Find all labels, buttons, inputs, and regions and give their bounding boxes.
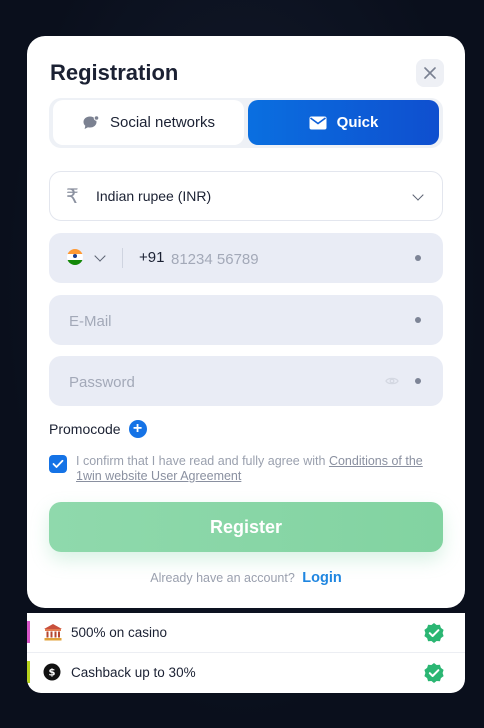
bonus-panel: 500% on casino $ Cashback up to 30% (27, 613, 465, 693)
email-input[interactable] (67, 295, 391, 347)
registration-modal: Registration Social networks Quick ₹ Ind… (27, 36, 465, 608)
tab-quick-label: Quick (336, 114, 379, 131)
currency-value: Indian rupee (INR) (96, 188, 212, 204)
cashback-coin-icon: $ (43, 663, 61, 681)
promocode-toggle[interactable]: Promocode + (49, 420, 147, 438)
login-prompt: Already have an account? (150, 571, 295, 585)
agreement-checkbox[interactable] (49, 455, 67, 473)
close-button[interactable] (416, 59, 444, 87)
phone-country-code: +91 (139, 249, 165, 266)
chevron-down-icon (412, 189, 424, 201)
register-button[interactable]: Register (49, 502, 443, 552)
phone-field: +91 (49, 233, 443, 285)
agreement-statement: I confirm that I have read and fully agr… (76, 454, 326, 468)
checkmark-icon (52, 459, 64, 468)
india-flag-icon[interactable] (67, 249, 83, 265)
bonus-row: 500% on casino (27, 613, 465, 653)
country-chevron-down-icon[interactable] (94, 250, 106, 262)
password-field (49, 356, 443, 408)
close-icon (424, 67, 436, 79)
tab-social-networks[interactable]: Social networks (53, 100, 244, 145)
currency-select[interactable]: ₹ Indian rupee (INR) (49, 171, 443, 221)
required-dot-icon (415, 378, 421, 384)
chat-bubble-icon (83, 114, 100, 129)
eye-icon[interactable] (385, 374, 399, 388)
tab-social-label: Social networks (109, 114, 216, 131)
phone-input[interactable] (169, 233, 403, 285)
svg-text:$: $ (49, 668, 56, 679)
required-dot-icon (415, 255, 421, 261)
bonus-accent-bar (27, 661, 30, 683)
bonus-accent-bar (27, 621, 30, 643)
tab-quick[interactable]: Quick (248, 100, 439, 145)
agreement-text: I confirm that I have read and fully agr… (76, 454, 431, 484)
verified-badge-icon (424, 663, 444, 683)
email-field (49, 295, 443, 347)
plus-icon[interactable]: + (128, 420, 147, 438)
password-input[interactable] (67, 356, 371, 408)
envelope-icon (309, 116, 327, 129)
rupee-icon: ₹ (66, 186, 79, 208)
bonus-text: Cashback up to 30% (71, 665, 196, 680)
verified-badge-icon (424, 623, 444, 643)
phone-divider (122, 248, 123, 268)
required-dot-icon (415, 317, 421, 323)
promocode-label: Promocode (49, 421, 121, 437)
bonus-row: $ Cashback up to 30% (27, 653, 465, 692)
login-prompt-row: Already have an account? Login (27, 570, 465, 586)
modal-title: Registration (50, 60, 179, 85)
casino-building-icon (44, 624, 62, 641)
registration-tabs: Social networks Quick (49, 98, 443, 148)
login-link[interactable]: Login (302, 570, 341, 586)
bonus-text: 500% on casino (71, 625, 168, 640)
